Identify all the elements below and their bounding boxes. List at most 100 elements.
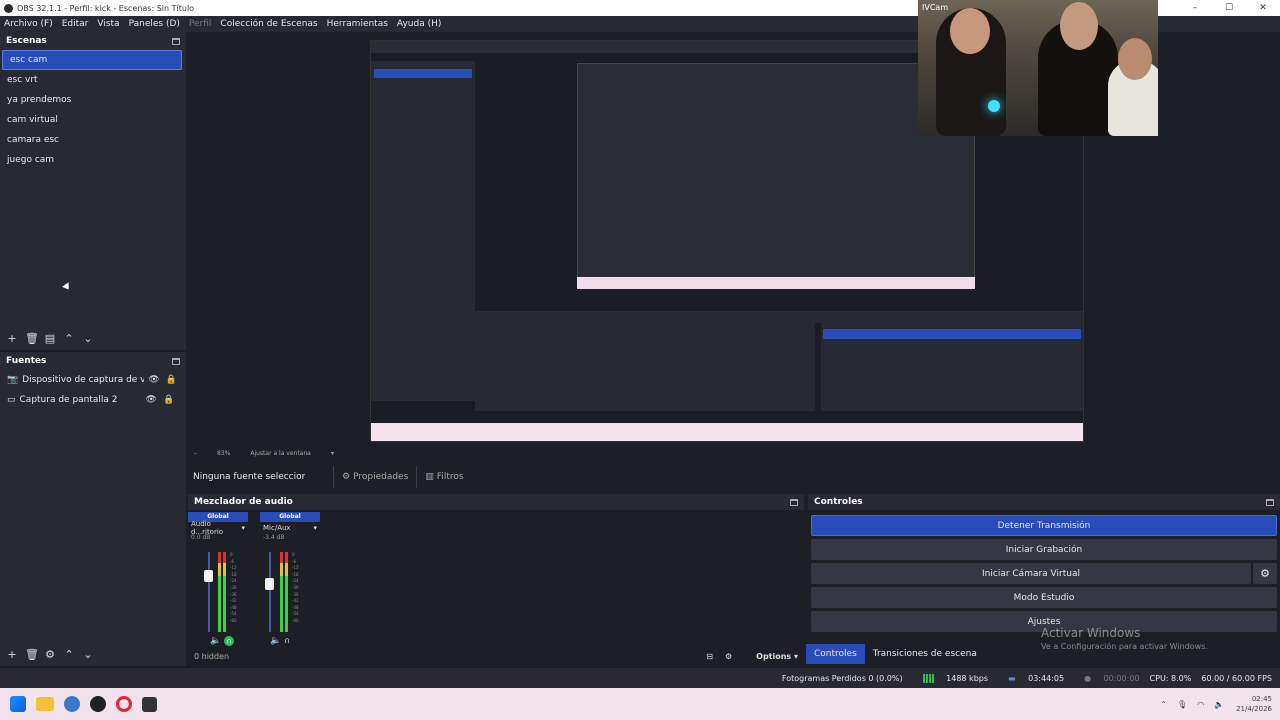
stream-icon: ▬: [1008, 673, 1016, 683]
audio-mixer-dock: Mezclador de audio Global Audio d...rito…: [188, 494, 804, 668]
move-up-icon[interactable]: ⌃: [63, 333, 75, 345]
scene-item-cam-virtual[interactable]: cam virtual: [0, 110, 186, 130]
minimize-button[interactable]: –: [1178, 0, 1212, 16]
zoom-minus-icon[interactable]: –: [194, 450, 197, 457]
channel-scope: Global: [260, 512, 320, 522]
scene-item-ya-prendemos[interactable]: ya prendemos: [0, 90, 186, 110]
menu-ayuda[interactable]: Ayuda (H): [397, 19, 441, 29]
speaker-icon[interactable]: 🔈: [270, 636, 281, 646]
volume-slider[interactable]: [269, 552, 271, 632]
tab-controles[interactable]: Controles: [806, 644, 865, 664]
visibility-eye-icon[interactable]: 👁: [146, 395, 157, 405]
undock-icon[interactable]: [1266, 498, 1274, 506]
move-up-icon[interactable]: ⌃: [63, 649, 75, 661]
chevron-up-icon[interactable]: ⌃: [1160, 700, 1167, 709]
clock[interactable]: 02:45 21/4/2026: [1236, 694, 1272, 714]
no-source-label: Ninguna fuente seleccionada: [193, 472, 305, 482]
advanced-audio-icon[interactable]: ⚙: [725, 652, 732, 661]
menu-editar[interactable]: Editar: [62, 19, 89, 29]
menu-perfil[interactable]: Perfil: [189, 19, 212, 29]
obs-icon[interactable]: [90, 696, 106, 712]
record-timer: ● 00:00:00: [1084, 673, 1140, 683]
add-source-icon[interactable]: +: [6, 649, 18, 661]
system-tray: ⌃ 🎙 ◠ 🔈 02:45 21/4/2026: [1160, 688, 1272, 720]
browser-icon[interactable]: [64, 696, 80, 712]
properties-button[interactable]: ⚙ Propiedades: [333, 466, 416, 488]
scene-item-esc-vrt[interactable]: esc vrt: [0, 70, 186, 90]
lock-icon[interactable]: 🔒: [166, 375, 177, 385]
channel-volume-db: -3.4 dB: [263, 534, 285, 541]
source-item-screen-capture[interactable]: ▭ Captura de pantalla 2 👁 🔒: [0, 390, 186, 410]
scene-item-juego-cam[interactable]: juego cam: [0, 150, 186, 170]
headphones-icon[interactable]: ∩: [284, 636, 290, 645]
zoom-level[interactable]: 83%: [217, 450, 230, 457]
maximize-button[interactable]: ☐: [1212, 0, 1246, 16]
mixer-footer: 0 hidden ⊟ ⚙ Options ▾: [188, 646, 804, 666]
scene-item-camara-esc[interactable]: camara esc: [0, 130, 186, 150]
controls-tabs: Controles Transiciones de escena: [806, 644, 985, 664]
volume-slider-handle[interactable]: [204, 570, 213, 582]
volume-slider-handle[interactable]: [265, 578, 274, 590]
file-explorer-icon[interactable]: [36, 697, 54, 711]
start-virtual-camera-button[interactable]: Iniciar Cámara Virtual: [811, 563, 1251, 584]
chevron-down-icon[interactable]: ▾: [313, 524, 317, 532]
add-scene-icon[interactable]: +: [6, 333, 18, 345]
source-properties-icon[interactable]: ⚙: [44, 649, 56, 661]
dropped-frames: Fotogramas Perdidos 0 (0.0%): [781, 673, 903, 683]
source-item-capture-device[interactable]: 📷 Dispositivo de captura de video 👁 🔒: [0, 370, 186, 390]
windows-start-icon[interactable]: [10, 696, 26, 712]
move-down-icon[interactable]: ⌄: [82, 649, 94, 661]
undock-icon[interactable]: [172, 37, 180, 45]
gear-icon: ⚙: [342, 472, 351, 482]
window-title: OBS 32.1.1 - Perfil: kick - Escenas: Sin…: [17, 3, 195, 13]
close-button[interactable]: ✕: [1246, 0, 1280, 16]
fit-window-dropdown[interactable]: Ajustar a la ventana: [250, 450, 311, 457]
chevron-down-icon[interactable]: ▾: [331, 450, 334, 457]
undock-icon[interactable]: [172, 357, 180, 365]
app-icon[interactable]: [142, 696, 157, 712]
menu-vista[interactable]: Vista: [97, 19, 119, 29]
cpu-usage: CPU: 8.0%: [1149, 673, 1192, 683]
level-meter: [280, 552, 283, 632]
undock-icon[interactable]: [790, 498, 798, 506]
menu-coleccion-escenas[interactable]: Colección de Escenas: [220, 19, 317, 29]
scene-item-esc-cam[interactable]: esc cam: [2, 50, 182, 70]
remove-scene-icon[interactable]: 🗑: [25, 333, 39, 345]
webcam-label: IVCam: [922, 3, 949, 12]
stream-timer: ▬ 03:44:05: [1008, 673, 1065, 683]
microphone-icon[interactable]: 🎙: [1177, 700, 1187, 709]
layout-icon[interactable]: ⊟: [706, 652, 713, 661]
lock-icon[interactable]: 🔒: [163, 395, 174, 405]
controls-dock: Controles Detener Transmisión Iniciar Gr…: [808, 494, 1280, 642]
webcam-overlay: IVCam: [918, 0, 1158, 136]
visibility-eye-icon[interactable]: 👁: [148, 375, 159, 385]
channel-name: Mic/Aux: [263, 523, 291, 532]
menu-archivo[interactable]: Archivo (F): [4, 19, 53, 29]
scene-filters-icon[interactable]: ▤: [44, 333, 56, 345]
filter-icon: ▥: [425, 472, 434, 482]
options-button[interactable]: Options ▾: [744, 652, 798, 661]
menu-herramientas[interactable]: Herramientas: [327, 19, 388, 29]
opera-icon[interactable]: [116, 696, 132, 712]
scenes-toolbar: + 🗑 ▤ ⌃ ⌄: [0, 330, 101, 348]
activate-windows-watermark: Activar Windows Ve a Configuración para …: [1041, 626, 1208, 651]
headphones-icon[interactable]: ∩: [224, 636, 235, 646]
sources-dock-title: Fuentes: [0, 352, 186, 370]
start-recording-button[interactable]: Iniciar Grabación: [811, 539, 1277, 560]
chevron-down-icon[interactable]: ▾: [241, 524, 245, 532]
tab-transiciones[interactable]: Transiciones de escena: [865, 644, 985, 664]
move-down-icon[interactable]: ⌄: [82, 333, 94, 345]
filters-button[interactable]: ▥ Filtros: [416, 466, 471, 488]
remove-source-icon[interactable]: 🗑: [25, 649, 39, 661]
menu-paneles[interactable]: Paneles (D): [129, 19, 180, 29]
volume-icon[interactable]: 🔈: [1214, 700, 1224, 709]
meter-scale: 0 -6 -12 -18 -24 -30 -36 -42 -48 -54 -60: [230, 552, 237, 623]
sources-toolbar: + 🗑 ⚙ ⌃ ⌄: [0, 646, 101, 664]
volume-slider[interactable]: [208, 552, 210, 632]
studio-mode-button[interactable]: Modo Estudio: [811, 587, 1277, 608]
gear-icon[interactable]: ⚙: [1253, 563, 1277, 584]
stop-stream-button[interactable]: Detener Transmisión: [811, 515, 1277, 536]
wifi-icon[interactable]: ◠: [1197, 700, 1204, 709]
mixer-channel-desktop: Global Audio d...ritorio ▾ 0.0 dB 0 -6 -12-…: [188, 512, 248, 646]
speaker-icon[interactable]: 🔈: [210, 636, 221, 646]
